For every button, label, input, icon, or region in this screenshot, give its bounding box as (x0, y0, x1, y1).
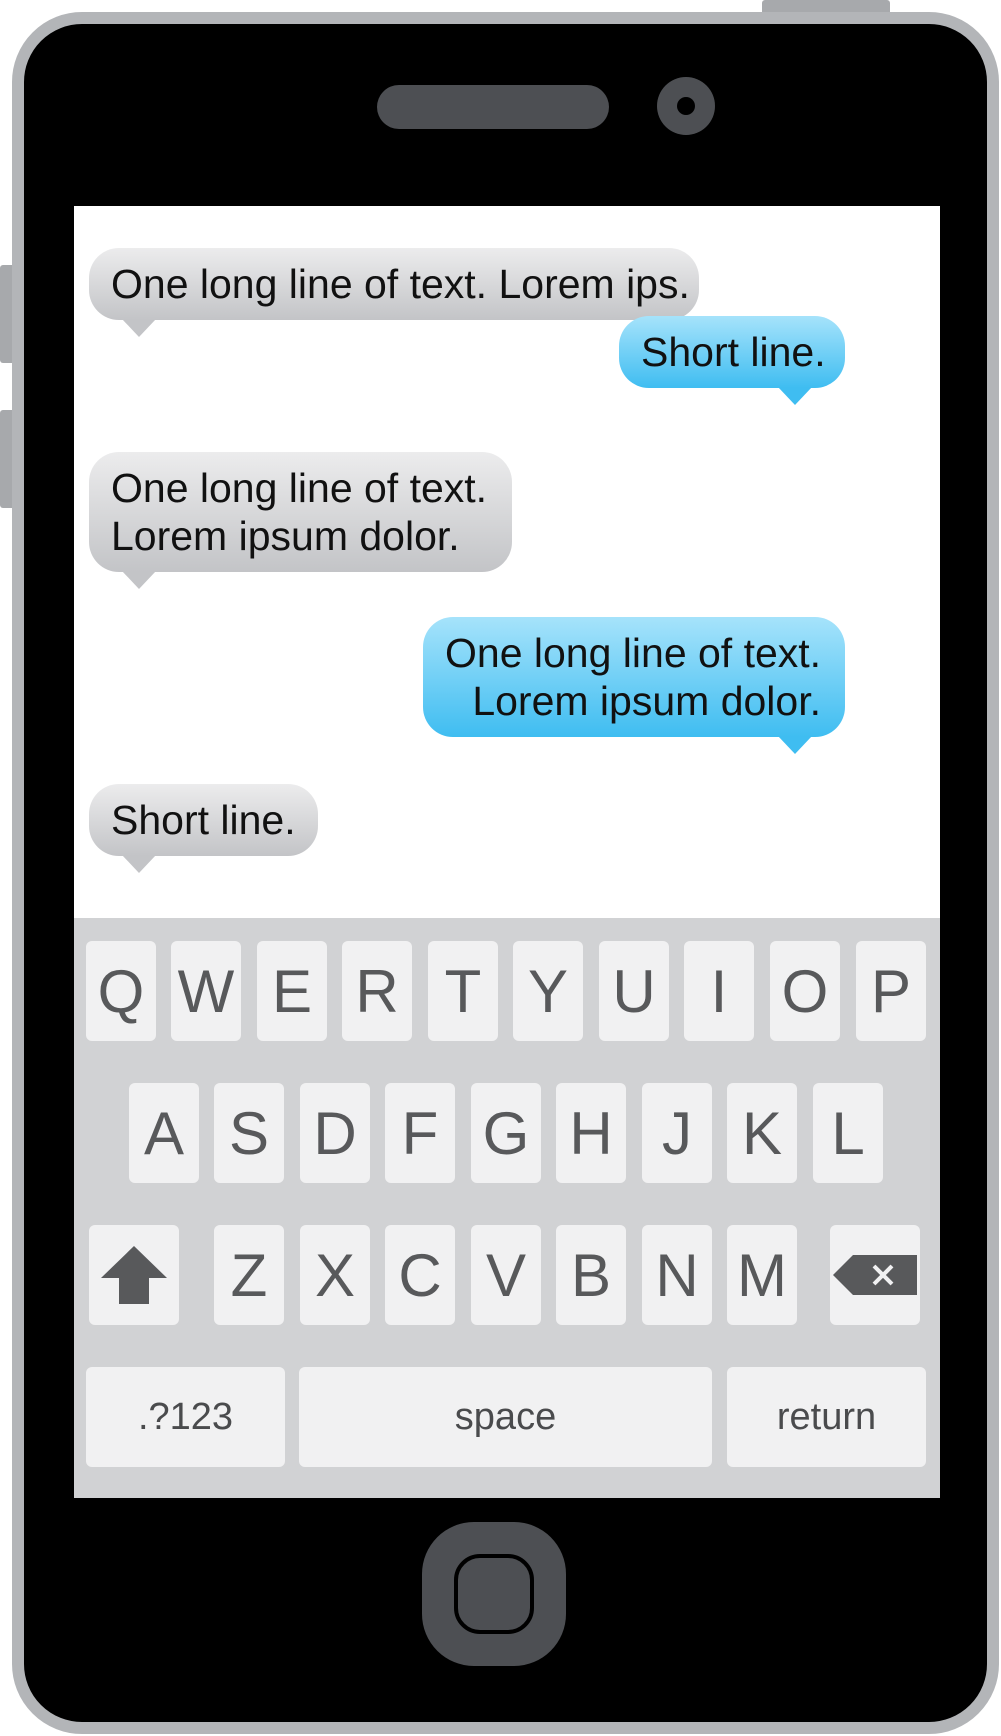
key-i[interactable]: I (684, 941, 754, 1041)
bubble-tail (778, 387, 812, 405)
message-text: Short line. (641, 329, 826, 375)
return-key[interactable]: return (727, 1367, 926, 1467)
bubble-tail (122, 319, 156, 337)
speaker-grille (377, 85, 609, 129)
key-h[interactable]: H (556, 1083, 626, 1183)
key-q[interactable]: Q (86, 941, 156, 1041)
message-text: Lorem ipsum dolor. (472, 678, 821, 724)
message-text: Short line. (111, 797, 296, 843)
key-g[interactable]: G (471, 1083, 541, 1183)
key-l[interactable]: L (813, 1083, 883, 1183)
key-m[interactable]: M (727, 1225, 797, 1325)
bubble-tail (122, 855, 156, 873)
key-r[interactable]: R (342, 941, 412, 1041)
key-k[interactable]: K (727, 1083, 797, 1183)
backspace-icon (833, 1255, 917, 1295)
key-n[interactable]: N (642, 1225, 712, 1325)
key-p[interactable]: P (856, 941, 926, 1041)
key-u[interactable]: U (599, 941, 669, 1041)
key-x[interactable]: X (300, 1225, 370, 1325)
message-text: One long line of text. (111, 465, 488, 511)
bubble-tail (122, 571, 156, 589)
home-button-icon[interactable] (422, 1522, 566, 1666)
key-e[interactable]: E (257, 941, 327, 1041)
on-screen-keyboard: Q W E R T Y U I O P A S D F G H J K L Z … (74, 918, 940, 1498)
shift-key[interactable] (89, 1225, 179, 1325)
key-d[interactable]: D (300, 1083, 370, 1183)
key-b[interactable]: B (556, 1225, 626, 1325)
front-camera-icon (657, 77, 715, 135)
space-key[interactable]: space (299, 1367, 712, 1467)
numbers-key[interactable]: .?123 (86, 1367, 285, 1467)
key-f[interactable]: F (385, 1083, 455, 1183)
backspace-key[interactable] (830, 1225, 920, 1325)
phone-mockup: One long line of text. Lorem ips. Short … (0, 0, 1001, 1736)
message-thread: One long line of text. Lorem ips. Short … (74, 206, 940, 918)
outgoing-message-bubble: One long line of text. Lorem ipsum dolor… (423, 617, 845, 754)
key-w[interactable]: W (171, 941, 241, 1041)
key-z[interactable]: Z (214, 1225, 284, 1325)
key-t[interactable]: T (428, 941, 498, 1041)
key-v[interactable]: V (471, 1225, 541, 1325)
incoming-message-bubble: One long line of text. Lorem ipsum dolor… (89, 452, 512, 589)
incoming-message-bubble: Short line. (89, 784, 318, 873)
message-text: Lorem ipsum dolor. (111, 513, 460, 559)
key-a[interactable]: A (129, 1083, 199, 1183)
incoming-message-bubble: One long line of text. Lorem ips. (89, 248, 699, 337)
outgoing-message-bubble: Short line. (619, 316, 845, 405)
bubble-tail (778, 736, 812, 754)
key-s[interactable]: S (214, 1083, 284, 1183)
shift-arrow-icon (101, 1246, 167, 1304)
message-text: One long line of text. (445, 630, 822, 676)
key-o[interactable]: O (770, 941, 840, 1041)
message-text: One long line of text. Lorem ips. (111, 261, 690, 307)
key-j[interactable]: J (642, 1083, 712, 1183)
phone-screen: One long line of text. Lorem ips. Short … (74, 206, 940, 1498)
key-y[interactable]: Y (513, 941, 583, 1041)
key-c[interactable]: C (385, 1225, 455, 1325)
